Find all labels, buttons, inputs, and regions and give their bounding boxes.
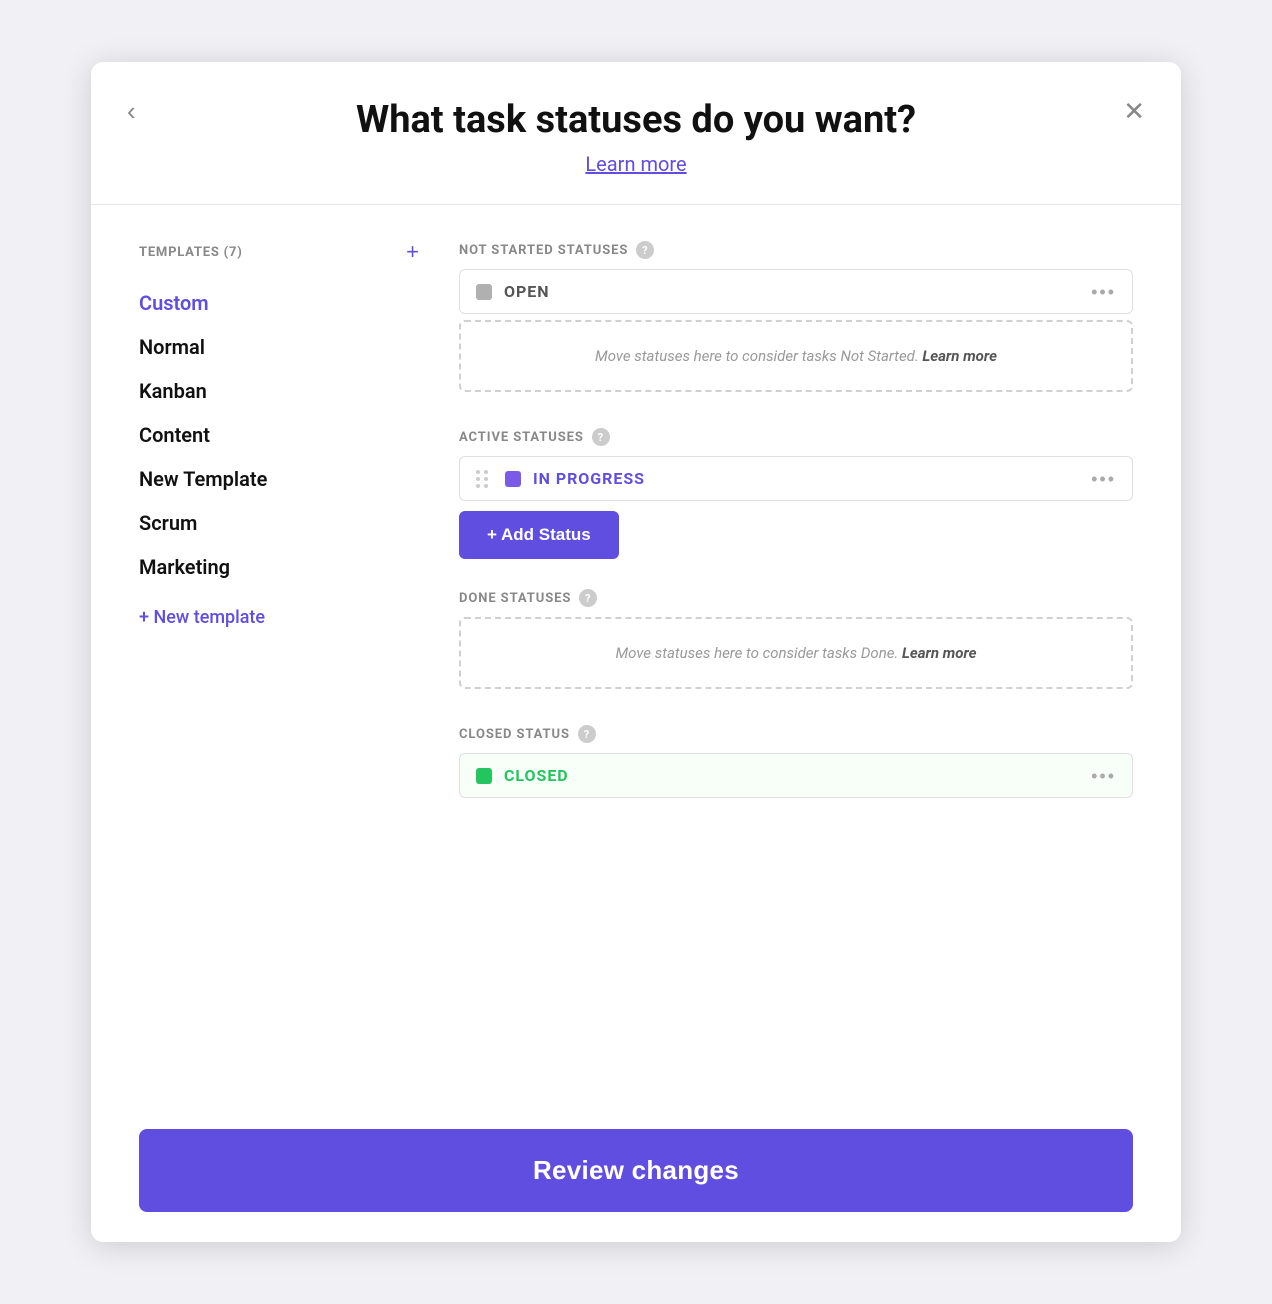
sidebar-item-content[interactable]: Content (139, 413, 419, 457)
sidebar-item-normal[interactable]: Normal (139, 325, 419, 369)
done-section: DONE STATUSES ? Move statuses here to co… (459, 589, 1133, 695)
close-button[interactable]: ✕ (1123, 98, 1145, 124)
open-status-item: OPEN ••• (459, 269, 1133, 314)
in-progress-color-dot (505, 471, 521, 487)
not-started-help-icon[interactable]: ? (636, 241, 654, 259)
closed-color-dot (476, 768, 492, 784)
active-section: ACTIVE STATUSES ? IN PROGRESS ••• + Add … (459, 428, 1133, 559)
done-label: DONE STATUSES ? (459, 589, 1133, 607)
closed-section: CLOSED STATUS ? CLOSED ••• (459, 725, 1133, 804)
new-template-link[interactable]: + New template (139, 607, 419, 628)
done-drop-zone: Move statuses here to consider tasks Don… (459, 617, 1133, 689)
page-title: What task statuses do you want? (139, 98, 1133, 142)
not-started-drop-zone: Move statuses here to consider tasks Not… (459, 320, 1133, 392)
active-help-icon[interactable]: ? (592, 428, 610, 446)
closed-status-more-button[interactable]: ••• (1091, 767, 1116, 785)
done-learn-more[interactable]: Learn more (902, 644, 977, 662)
review-changes-button[interactable]: Review changes (139, 1129, 1133, 1212)
learn-more-link[interactable]: Learn more (585, 152, 686, 176)
open-status-more-button[interactable]: ••• (1091, 283, 1116, 301)
modal-footer: Review changes (91, 1109, 1181, 1242)
content-area: NOT STARTED STATUSES ? OPEN ••• Move sta… (459, 241, 1133, 1069)
modal-header: ‹ What task statuses do you want? Learn … (91, 62, 1181, 176)
learn-more-link-container: Learn more (139, 152, 1133, 176)
modal-body: TEMPLATES (7) + Custom Normal Kanban Con… (91, 205, 1181, 1109)
back-button[interactable]: ‹ (127, 98, 136, 124)
sidebar-item-scrum[interactable]: Scrum (139, 501, 419, 545)
sidebar-item-marketing[interactable]: Marketing (139, 545, 419, 589)
in-progress-status-name: IN PROGRESS (533, 469, 1079, 488)
sidebar: TEMPLATES (7) + Custom Normal Kanban Con… (139, 241, 419, 1069)
done-help-icon[interactable]: ? (579, 589, 597, 607)
add-status-button[interactable]: + Add Status (459, 511, 619, 559)
closed-status-item: CLOSED ••• (459, 753, 1133, 798)
sidebar-item-custom[interactable]: Custom (139, 281, 419, 325)
open-status-name: OPEN (504, 282, 1079, 301)
templates-section-header: TEMPLATES (7) + (139, 241, 419, 263)
not-started-section: NOT STARTED STATUSES ? OPEN ••• Move sta… (459, 241, 1133, 398)
not-started-learn-more[interactable]: Learn more (922, 347, 997, 365)
closed-label: CLOSED STATUS ? (459, 725, 1133, 743)
sidebar-item-new-template[interactable]: New Template (139, 457, 419, 501)
sidebar-item-kanban[interactable]: Kanban (139, 369, 419, 413)
in-progress-status-item: IN PROGRESS ••• (459, 456, 1133, 501)
drag-handle[interactable] (476, 470, 489, 488)
modal: ‹ What task statuses do you want? Learn … (91, 62, 1181, 1242)
not-started-label: NOT STARTED STATUSES ? (459, 241, 1133, 259)
closed-status-name: CLOSED (504, 766, 1079, 785)
open-color-dot (476, 284, 492, 300)
add-template-button[interactable]: + (406, 241, 419, 263)
in-progress-more-button[interactable]: ••• (1091, 470, 1116, 488)
templates-label: TEMPLATES (7) (139, 245, 243, 260)
closed-help-icon[interactable]: ? (578, 725, 596, 743)
active-label: ACTIVE STATUSES ? (459, 428, 1133, 446)
